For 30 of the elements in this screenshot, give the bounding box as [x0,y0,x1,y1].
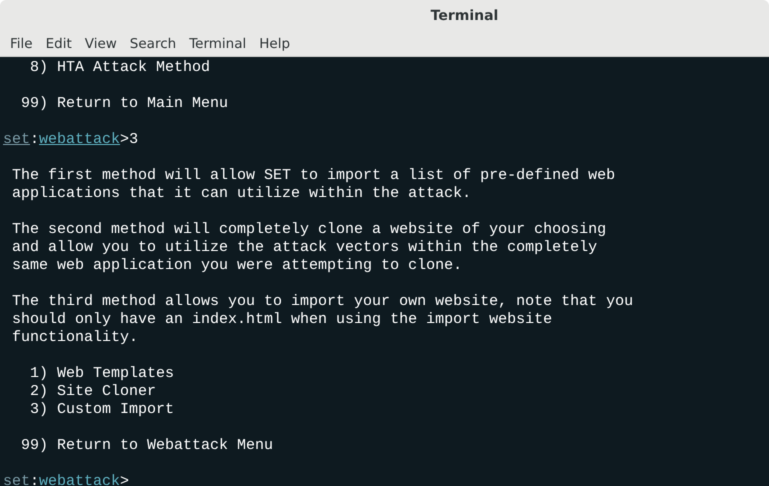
terminal-text: The first method will allow SET to import a list of pre-defined web [11,167,616,184]
command-text: 3 [129,131,138,148]
prompt-separator: : [30,131,40,148]
terminal-text: functionality. [11,329,138,346]
terminal-text: 1) Web Templates [29,365,174,382]
terminal-text: should only have an index.html when using the import website [11,311,552,328]
terminal-text: same web application you were attempting to clone. [11,257,462,274]
terminal-text: The second method will completely clone a website of your choosing [11,221,606,238]
prompt-name: set [3,473,30,486]
terminal-text: 8) HTA Attack Method [29,59,210,76]
terminal-text: 99) Return to Main Menu [20,95,228,112]
menu-item[interactable]: Terminal [184,36,254,52]
menu-item[interactable]: View [80,36,125,52]
terminal-text: and allow you to utilize the attack vectors within the completely [11,239,598,256]
window-title: Terminal [430,8,498,24]
terminal-text: 99) Return to Webattack Menu [20,437,274,454]
prompt-name: set [3,131,30,148]
terminal-text: applications that it can utilize within the attack. [11,185,472,202]
terminal-text: 2) Site Cloner [29,383,156,400]
prompt-module: webattack [39,131,120,148]
menu-item[interactable]: Help [254,36,298,52]
prompt-separator: : [30,473,40,486]
menu-item[interactable]: File [5,36,41,52]
terminal-text: 3) Custom Import [29,401,174,418]
prompt-symbol: > [120,473,130,486]
prompt-module: webattack [39,473,120,486]
prompt-symbol: > [120,131,130,148]
menu-item[interactable]: Edit [40,36,80,52]
menu-item[interactable]: Search [124,36,184,52]
terminal-text: The third method allows you to import your own website, note that you [11,293,634,310]
